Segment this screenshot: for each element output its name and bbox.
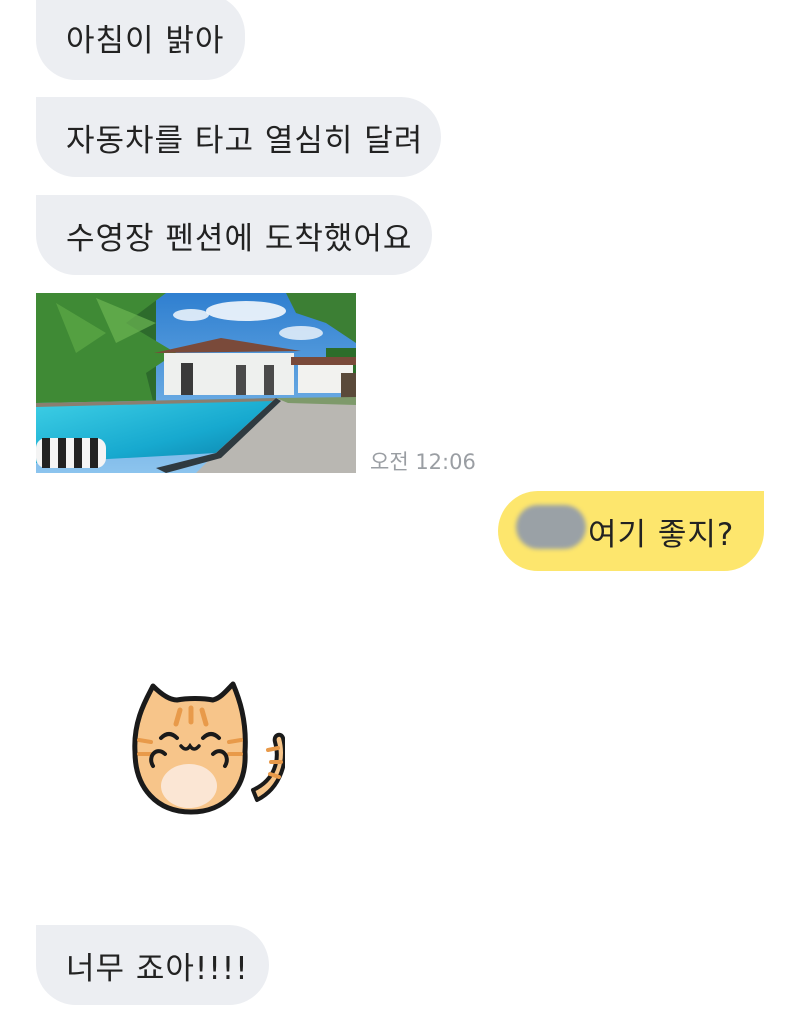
message-bubble-sent[interactable]: 여기 좋지? bbox=[498, 491, 764, 571]
message-bubble-received[interactable]: 자동차를 타고 열심히 달려 bbox=[36, 97, 441, 177]
message-bubble-received[interactable]: 아침이 밝아 bbox=[36, 0, 245, 80]
cat-sticker-icon[interactable] bbox=[125, 680, 287, 820]
message-bubble-received[interactable]: 너무 죠아!!!! bbox=[36, 925, 269, 1005]
message-text: 수영장 펜션에 도착했어요 bbox=[66, 220, 413, 257]
message-text: 여기 좋지? bbox=[588, 516, 735, 553]
blurred-name bbox=[516, 505, 586, 549]
message-bubble-received[interactable]: 수영장 펜션에 도착했어요 bbox=[36, 195, 432, 275]
photo-message[interactable] bbox=[36, 293, 356, 473]
message-text: 자동차를 타고 열심히 달려 bbox=[66, 122, 424, 159]
pool-villa-photo bbox=[36, 293, 356, 473]
message-text: 너무 죠아!!!! bbox=[66, 950, 249, 987]
chat-window: 아침이 밝아 자동차를 타고 열심히 달려 수영장 펜션에 도착했어요 오전 1… bbox=[0, 0, 800, 1023]
message-timestamp: 오전 12:06 bbox=[370, 450, 476, 474]
message-text: 아침이 밝아 bbox=[66, 22, 225, 59]
